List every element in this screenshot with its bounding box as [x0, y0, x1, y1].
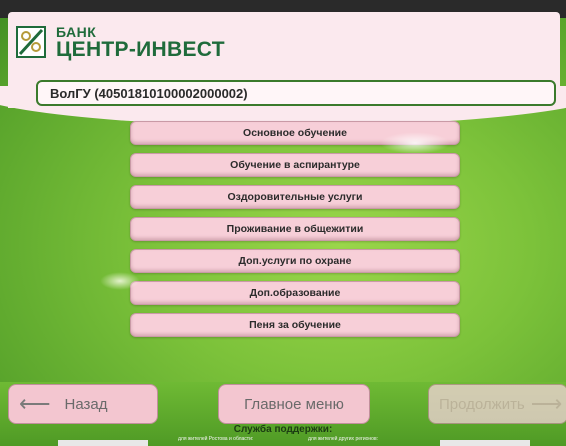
support-note-local: для жителей Ростова и области: — [178, 436, 254, 442]
footer-label-right — [440, 440, 530, 446]
support-title: Служба поддержки: — [233, 424, 333, 435]
continue-button-label: Продолжить — [439, 395, 525, 413]
atm-screen: БАНК ЦЕНТР-ИНВЕСТ ВолГУ (405018101000020… — [0, 0, 566, 446]
footer-label-left — [58, 440, 148, 446]
service-button-health[interactable]: Оздоровительные услуги — [130, 185, 460, 209]
service-button-penalty[interactable]: Пеня за обучение — [130, 313, 460, 337]
arrow-right-icon: ⟶ — [530, 391, 563, 416]
arrow-left-icon: ⟵ — [19, 391, 51, 416]
service-button-security[interactable]: Доп.услуги по охране — [130, 249, 460, 273]
organization-label: ВолГУ (40501810100002000002) — [50, 86, 248, 101]
support-note-regions: для жителей других регионов: — [308, 436, 378, 442]
main-menu-button-label: Главное меню — [244, 395, 344, 413]
service-button-additional-education[interactable]: Доп.образование — [130, 281, 460, 305]
service-button-postgraduate[interactable]: Обучение в аспирантуре — [130, 153, 460, 177]
organization-field: ВолГУ (40501810100002000002) — [36, 80, 556, 106]
main-menu-button[interactable]: Главное меню — [218, 384, 370, 424]
continue-button[interactable]: Продолжить ⟶ — [428, 384, 566, 424]
back-button[interactable]: ⟵ Назад — [8, 384, 158, 424]
back-button-label: Назад — [64, 395, 108, 413]
bank-name-line2: ЦЕНТР-ИНВЕСТ — [56, 38, 225, 61]
service-button-dormitory[interactable]: Проживание в общежитии — [130, 217, 460, 241]
service-button-main-education[interactable]: Основное обучение — [130, 121, 460, 145]
bank-logo-icon — [16, 26, 46, 58]
